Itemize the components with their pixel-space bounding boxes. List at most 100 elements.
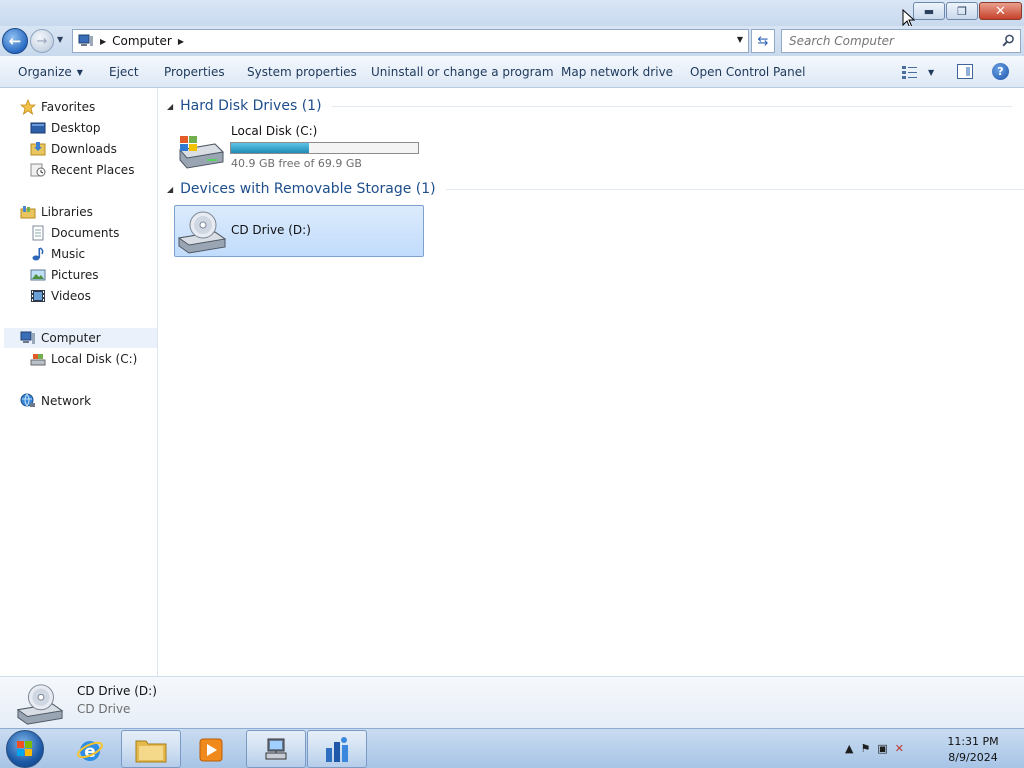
close-button[interactable]: ✕	[979, 2, 1022, 20]
minimize-icon: ▬	[923, 4, 935, 18]
refresh-icon: ⇆	[757, 33, 769, 49]
back-arrow-icon: ←	[8, 32, 22, 50]
drive-tile-local-disk-c[interactable]: Local Disk (C:) 40.9 GB free of 69.9 GB	[174, 121, 444, 173]
clock[interactable]: 11:31 PM 8/9/2024	[938, 734, 1008, 766]
sidebar-item-videos[interactable]: Videos	[30, 286, 91, 306]
uninstall-program-button[interactable]: Uninstall or change a program	[371, 65, 554, 79]
volume-muted-icon[interactable]: ✕	[895, 742, 904, 755]
search-input[interactable]	[782, 30, 992, 52]
restore-button[interactable]: ❐	[946, 2, 978, 20]
sidebar-item-libraries[interactable]: Libraries	[20, 202, 93, 222]
sidebar-item-label: Downloads	[51, 142, 117, 156]
app-chart-icon	[326, 737, 348, 762]
sidebar-item-label: Network	[41, 394, 92, 408]
taskbar-windows-explorer[interactable]	[121, 730, 181, 768]
drive-name: Local Disk (C:)	[231, 124, 318, 138]
sidebar-item-label: Desktop	[51, 121, 101, 135]
search-icon[interactable]	[1002, 34, 1015, 47]
taskbar-app-chart[interactable]	[307, 730, 367, 768]
properties-button[interactable]: Properties	[164, 65, 225, 79]
network-status-icon[interactable]: ▣	[877, 742, 887, 755]
documents-icon	[32, 225, 44, 241]
network-icon	[20, 393, 35, 407]
sidebar-item-local-disk-c[interactable]: Local Disk (C:)	[30, 349, 137, 369]
change-view-icon[interactable]	[902, 65, 918, 79]
clock-date: 8/9/2024	[948, 751, 998, 764]
internet-explorer-icon: e	[77, 741, 103, 762]
downloads-folder-icon	[30, 142, 46, 156]
computer-icon	[20, 331, 35, 344]
address-history-dropdown[interactable]: ▼	[737, 35, 743, 44]
recent-pages-dropdown[interactable]: ▼	[57, 35, 63, 44]
taskbar-media-player[interactable]	[182, 730, 242, 768]
drive-tile-cd-drive-d[interactable]: CD Drive (D:)	[174, 205, 424, 257]
open-control-panel-button[interactable]: Open Control Panel	[690, 65, 805, 79]
eject-button[interactable]: Eject	[109, 65, 139, 79]
chevron-down-icon: ▼	[76, 68, 83, 77]
network-computer-icon	[265, 738, 287, 760]
taskbar-network-app[interactable]	[246, 730, 306, 768]
breadcrumb-arrow-icon[interactable]: ▶	[100, 37, 106, 46]
refresh-button[interactable]: ⇆	[751, 29, 775, 53]
sidebar-item-label: Favorites	[41, 100, 96, 114]
navigation-pane: Favorites Desktop Downloads Recent Place…	[0, 88, 158, 676]
sidebar-item-music[interactable]: Music	[30, 244, 85, 264]
drive-free-space: 40.9 GB free of 69.9 GB	[231, 157, 362, 170]
back-button[interactable]: ←	[2, 28, 28, 54]
breadcrumb-computer[interactable]: Computer	[112, 34, 172, 48]
view-options-dropdown[interactable]: ▼	[928, 68, 934, 77]
sidebar-item-label: Computer	[41, 331, 101, 345]
taskbar-internet-explorer[interactable]: e	[60, 730, 120, 768]
cd-drive-icon	[177, 211, 227, 254]
forward-arrow-icon: →	[36, 33, 48, 49]
preview-pane-button[interactable]	[957, 64, 973, 79]
group-divider	[445, 188, 1024, 190]
details-item-type: CD Drive	[77, 702, 131, 716]
music-note-icon	[32, 247, 44, 261]
sidebar-item-label: Local Disk (C:)	[51, 352, 138, 366]
collapse-triangle-icon[interactable]: ◢	[167, 185, 173, 194]
search-box[interactable]	[781, 29, 1021, 53]
breadcrumb-arrow-icon[interactable]: ▶	[178, 37, 184, 46]
sidebar-item-pictures[interactable]: Pictures	[30, 265, 99, 285]
recent-places-icon	[30, 163, 46, 177]
minimize-button[interactable]: ▬	[913, 2, 945, 20]
sidebar-item-downloads[interactable]: Downloads	[30, 139, 117, 159]
navigation-bar: ← → ▼ ▶ Computer ▶ ▼ ⇆	[0, 26, 1024, 56]
help-button[interactable]: ?	[992, 63, 1009, 80]
sidebar-item-favorites[interactable]: Favorites	[20, 97, 95, 117]
action-center-flag-icon[interactable]: ⚑	[860, 742, 870, 755]
desktop-icon	[30, 122, 46, 134]
sidebar-item-desktop[interactable]: Desktop	[30, 118, 101, 138]
system-properties-button[interactable]: System properties	[247, 65, 357, 79]
capacity-bar	[230, 142, 419, 154]
sidebar-item-documents[interactable]: Documents	[30, 223, 119, 243]
group-header-hard-disk-drives[interactable]: ◢ Hard Disk Drives (1)	[167, 98, 1012, 114]
details-item-name: CD Drive (D:)	[77, 684, 157, 698]
forward-button[interactable]: →	[30, 29, 54, 53]
map-network-drive-button[interactable]: Map network drive	[561, 65, 673, 79]
close-icon: ✕	[995, 3, 1006, 19]
sidebar-item-computer[interactable]: Computer	[4, 328, 157, 348]
address-bar[interactable]: ▶ Computer ▶ ▼	[72, 29, 749, 53]
group-header-removable-storage[interactable]: ◢ Devices with Removable Storage (1)	[167, 181, 1024, 197]
drive-name: CD Drive (D:)	[231, 223, 311, 237]
sidebar-item-network[interactable]: Network	[20, 391, 91, 411]
group-divider	[331, 105, 1012, 107]
taskbar: e ▲ ⚑ ▣ ✕ 11:31 PM 8/9/2024	[0, 728, 1024, 768]
start-button[interactable]	[6, 730, 44, 768]
windows-logo-icon	[17, 741, 32, 756]
sidebar-item-label: Recent Places	[51, 163, 135, 177]
local-disk-icon	[30, 354, 46, 366]
sidebar-item-label: Documents	[51, 226, 120, 240]
caption-buttons: ▬ ❐ ✕	[912, 2, 1022, 20]
organize-button[interactable]: Organize ▼	[18, 65, 83, 79]
folder-icon	[135, 740, 167, 763]
sidebar-item-recent-places[interactable]: Recent Places	[30, 160, 134, 180]
collapse-triangle-icon[interactable]: ◢	[167, 102, 173, 111]
media-player-icon	[199, 738, 223, 762]
title-bar: ▬ ❐ ✕	[0, 0, 1024, 26]
show-hidden-icons-icon[interactable]: ▲	[845, 742, 853, 755]
command-bar: Organize ▼ Eject Properties System proper…	[0, 56, 1024, 88]
pictures-icon	[30, 269, 46, 281]
